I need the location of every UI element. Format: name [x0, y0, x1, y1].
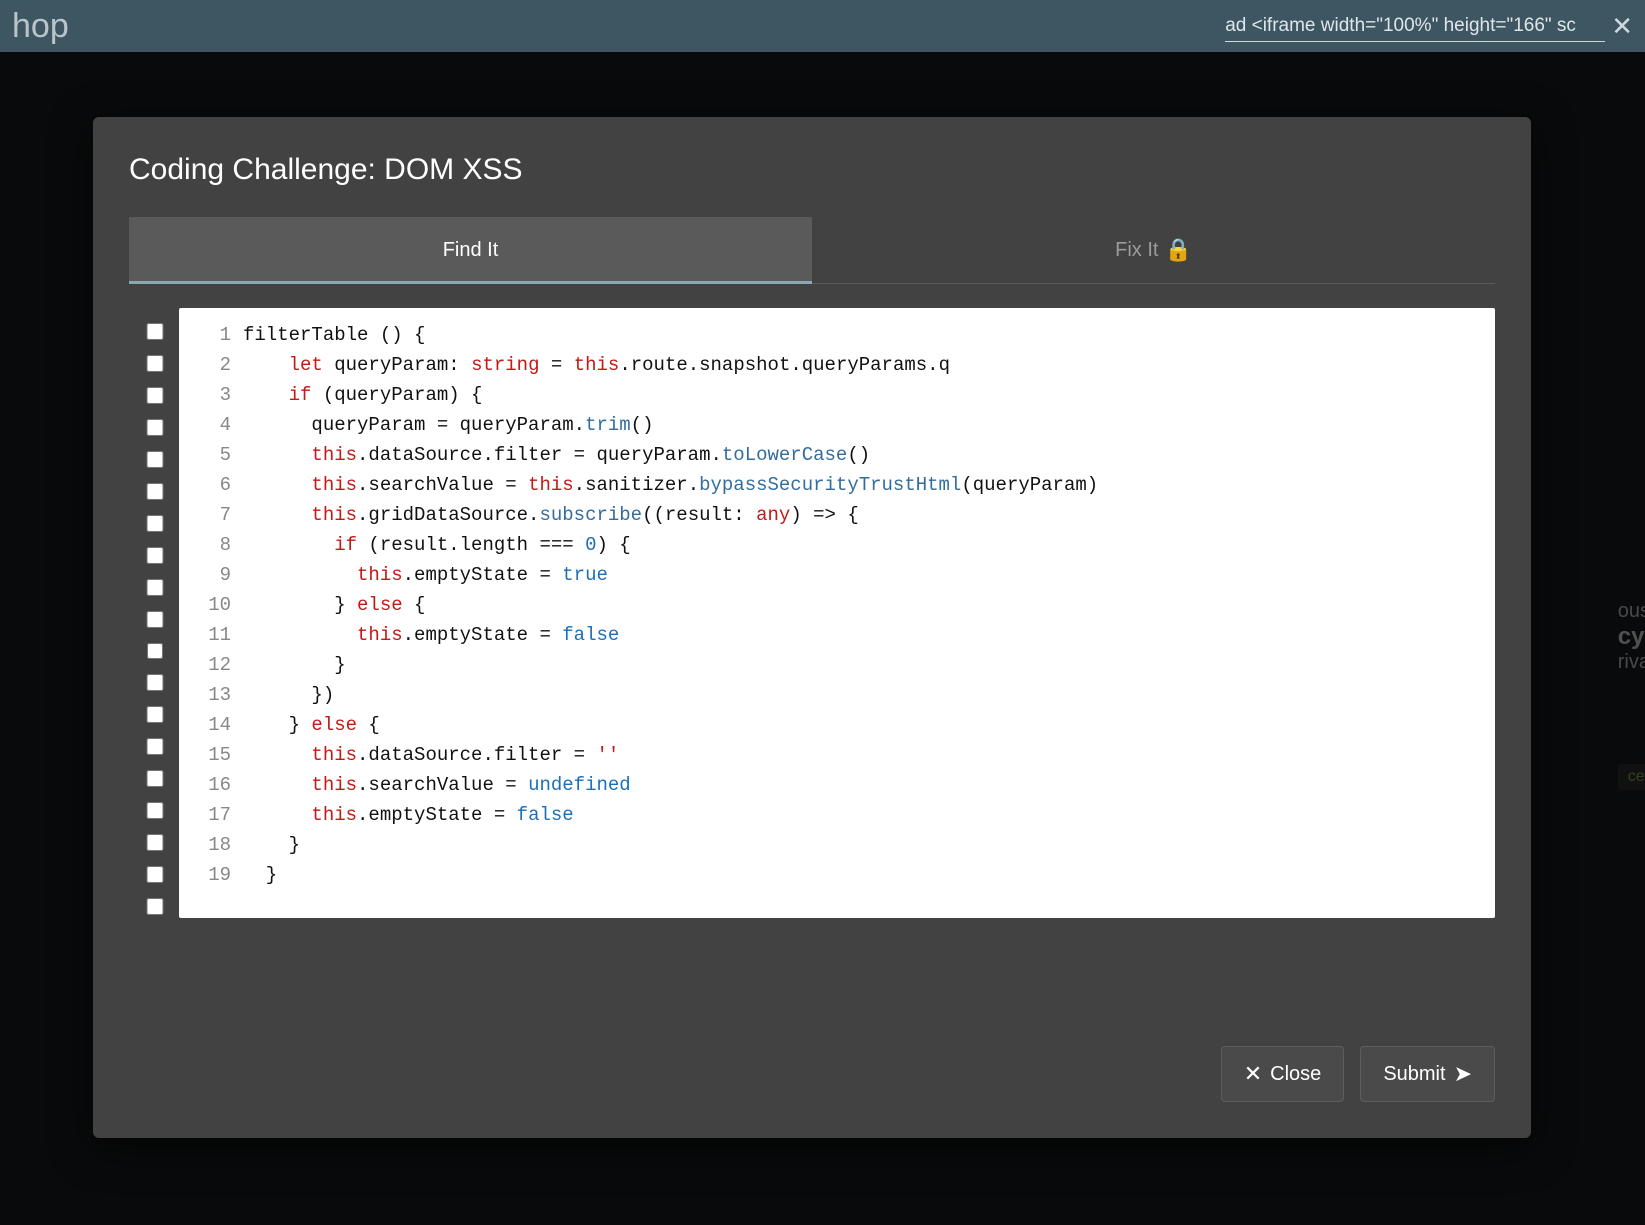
line-code: if (queryParam) { — [243, 380, 482, 410]
line-checkbox[interactable] — [146, 387, 164, 404]
code-line[interactable]: 18 } — [179, 830, 1495, 860]
close-icon: ✕ — [1244, 1061, 1262, 1087]
line-number: 18 — [179, 830, 243, 860]
line-checkbox[interactable] — [146, 866, 164, 883]
brand-fragment: hop — [12, 7, 69, 46]
close-icon[interactable]: ✕ — [1611, 11, 1633, 42]
line-number: 17 — [179, 800, 243, 830]
line-code: this.gridDataSource.subscribe((result: a… — [243, 500, 859, 530]
line-checkbox[interactable] — [146, 419, 164, 436]
line-checkbox[interactable] — [146, 898, 164, 915]
line-code: this.emptyState = true — [243, 560, 608, 590]
line-checkbox[interactable] — [146, 738, 164, 755]
line-number: 16 — [179, 770, 243, 800]
code-line[interactable]: 3 if (queryParam) { — [179, 380, 1495, 410]
line-code: } — [243, 860, 277, 890]
topbar: hop ✕ — [0, 0, 1645, 52]
line-code: }) — [243, 680, 334, 710]
tab-find-it[interactable]: Find It — [129, 217, 812, 283]
line-number: 1 — [179, 320, 243, 350]
code-area: 1filterTable () {2 let queryParam: strin… — [179, 308, 1495, 918]
code-line[interactable]: 10 } else { — [179, 590, 1495, 620]
line-checkbox[interactable] — [146, 515, 164, 532]
code-line[interactable]: 7 this.gridDataSource.subscribe((result:… — [179, 500, 1495, 530]
code-line[interactable]: 16 this.searchValue = undefined — [179, 770, 1495, 800]
code-line[interactable]: 14 } else { — [179, 710, 1495, 740]
line-number: 13 — [179, 680, 243, 710]
code-line[interactable]: 8 if (result.length === 0) { — [179, 530, 1495, 560]
code-line[interactable]: 11 this.emptyState = false — [179, 620, 1495, 650]
line-code: filterTable () { — [243, 320, 425, 350]
line-code: this.emptyState = false — [243, 620, 619, 650]
dialog-footer: ✕ Close Submit ➤ — [129, 1046, 1495, 1102]
button-label: Close — [1270, 1063, 1321, 1086]
send-icon: ➤ — [1454, 1061, 1472, 1087]
challenge-dialog: Coding Challenge: DOM XSS Find It Fix It… — [93, 117, 1531, 1138]
tab-label: Find It — [443, 239, 499, 262]
code-line[interactable]: 15 this.dataSource.filter = '' — [179, 740, 1495, 770]
line-number: 6 — [179, 470, 243, 500]
line-checkbox[interactable] — [146, 451, 164, 468]
line-checkbox[interactable] — [146, 323, 164, 340]
line-code: this.emptyState = false — [243, 800, 574, 830]
code-line[interactable]: 4 queryParam = queryParam.trim() — [179, 410, 1495, 440]
line-checkbox[interactable] — [146, 483, 164, 500]
line-checkbox[interactable] — [146, 643, 164, 660]
line-number: 19 — [179, 860, 243, 890]
line-code: this.dataSource.filter = queryParam.toLo… — [243, 440, 870, 470]
line-number: 11 — [179, 620, 243, 650]
submit-button[interactable]: Submit ➤ — [1360, 1046, 1495, 1102]
tab-fix-it[interactable]: Fix It 🔒 — [812, 217, 1495, 283]
line-checkbox[interactable] — [146, 674, 164, 691]
code-line[interactable]: 6 this.searchValue = this.sanitizer.bypa… — [179, 470, 1495, 500]
line-code: this.searchValue = this.sanitizer.bypass… — [243, 470, 1098, 500]
tab-label: Fix It — [1115, 239, 1158, 262]
line-number: 3 — [179, 380, 243, 410]
line-code: } else { — [243, 590, 425, 620]
line-code: queryParam = queryParam.trim() — [243, 410, 653, 440]
line-checkbox[interactable] — [146, 770, 164, 787]
search-input[interactable] — [1225, 11, 1605, 42]
code-line[interactable]: 13 }) — [179, 680, 1495, 710]
code-line[interactable]: 2 let queryParam: string = this.route.sn… — [179, 350, 1495, 380]
line-checkbox[interactable] — [146, 834, 164, 851]
line-number: 8 — [179, 530, 243, 560]
dialog-title: Coding Challenge: DOM XSS — [129, 153, 1495, 187]
line-code: } else { — [243, 710, 380, 740]
code-line[interactable]: 19 } — [179, 860, 1495, 890]
line-checkbox[interactable] — [146, 355, 164, 372]
code-line[interactable]: 17 this.emptyState = false — [179, 800, 1495, 830]
line-code: } — [243, 650, 346, 680]
code-panel: 1filterTable () {2 let queryParam: strin… — [129, 308, 1495, 918]
button-label: Submit — [1383, 1063, 1445, 1086]
line-number: 14 — [179, 710, 243, 740]
line-code: if (result.length === 0) { — [243, 530, 631, 560]
line-number: 9 — [179, 560, 243, 590]
line-number: 15 — [179, 740, 243, 770]
line-code: let queryParam: string = this.route.snap… — [243, 350, 950, 380]
lock-icon: 🔒 — [1164, 237, 1191, 263]
search-area: ✕ — [1225, 11, 1633, 42]
line-checkbox[interactable] — [146, 579, 164, 596]
code-line[interactable]: 1filterTable () { — [179, 320, 1495, 350]
line-number: 7 — [179, 500, 243, 530]
line-code: this.dataSource.filter = '' — [243, 740, 619, 770]
code-line[interactable]: 9 this.emptyState = true — [179, 560, 1495, 590]
code-line[interactable]: 12 } — [179, 650, 1495, 680]
line-number: 2 — [179, 350, 243, 380]
line-code: } — [243, 830, 300, 860]
line-number: 12 — [179, 650, 243, 680]
tab-bar: Find It Fix It 🔒 — [129, 217, 1495, 284]
line-number: 10 — [179, 590, 243, 620]
line-checkbox-column — [129, 308, 179, 918]
close-button[interactable]: ✕ Close — [1221, 1046, 1345, 1102]
line-code: this.searchValue = undefined — [243, 770, 631, 800]
line-checkbox[interactable] — [146, 706, 164, 723]
line-checkbox[interactable] — [146, 802, 164, 819]
line-checkbox[interactable] — [146, 547, 164, 564]
line-number: 4 — [179, 410, 243, 440]
line-number: 5 — [179, 440, 243, 470]
code-line[interactable]: 5 this.dataSource.filter = queryParam.to… — [179, 440, 1495, 470]
line-checkbox[interactable] — [146, 611, 164, 628]
